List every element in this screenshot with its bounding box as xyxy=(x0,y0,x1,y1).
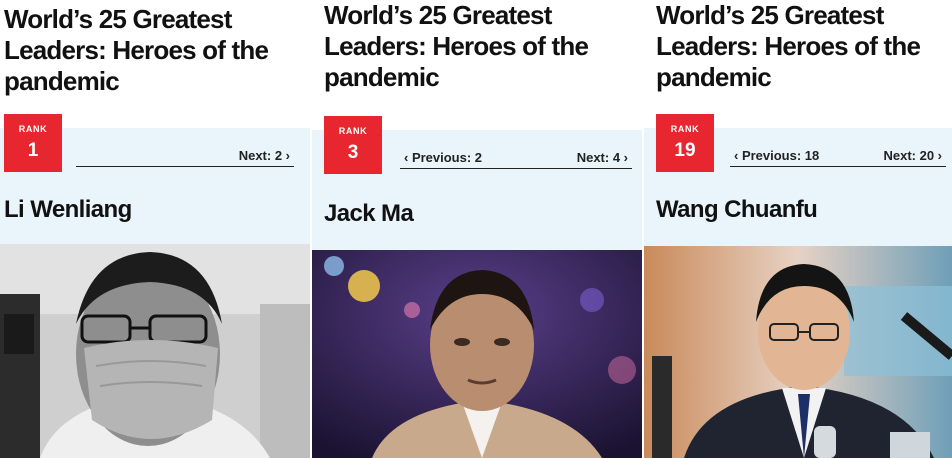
previous-link[interactable]: ‹ Previous: 2 xyxy=(404,150,482,165)
rank-navigation: ‹ Previous: 18 Next: 20 › xyxy=(730,142,946,167)
leader-photo xyxy=(644,246,952,458)
rank-label: RANK xyxy=(18,124,48,134)
leader-name: Li Wenliang xyxy=(4,196,132,223)
page-title: World’s 25 Greatest Leaders: Heroes of t… xyxy=(324,0,589,92)
leader-photo xyxy=(0,244,310,458)
page-title: World’s 25 Greatest Leaders: Heroes of t… xyxy=(656,0,921,92)
rank-number: 19 xyxy=(674,140,696,161)
rank-badge: RANK 3 xyxy=(324,116,382,174)
rank-badge: RANK 1 xyxy=(4,114,62,172)
panel-wang-chuanfu: World’s 25 Greatest Leaders: Heroes of t… xyxy=(644,0,952,458)
rank-label: RANK xyxy=(670,124,700,134)
rank-label: RANK xyxy=(338,126,368,136)
rank-number: 1 xyxy=(27,140,39,161)
panel-jack-ma: World’s 25 Greatest Leaders: Heroes of t… xyxy=(312,0,642,458)
leader-name: Wang Chuanfu xyxy=(656,196,818,223)
leader-name: Jack Ma xyxy=(324,200,414,227)
page-title: World’s 25 Greatest Leaders: Heroes of t… xyxy=(4,4,269,96)
next-link[interactable]: Next: 20 › xyxy=(883,148,942,163)
rank-navigation: Next: 2 › xyxy=(76,142,294,167)
rank-navigation: ‹ Previous: 2 Next: 4 › xyxy=(400,144,632,169)
panel-li-wenliang: World’s 25 Greatest Leaders: Heroes of t… xyxy=(0,0,310,458)
rank-number: 3 xyxy=(347,142,359,163)
portrait-photo-stage-icon xyxy=(312,250,642,458)
portrait-photo-press-icon xyxy=(644,246,952,458)
portrait-photo-bw-masked-icon xyxy=(0,244,310,458)
next-link[interactable]: Next: 4 › xyxy=(577,150,628,165)
leader-photo xyxy=(312,250,642,458)
rank-badge: RANK 19 xyxy=(656,114,714,172)
screenshot-strip: World’s 25 Greatest Leaders: Heroes of t… xyxy=(0,0,952,458)
next-link[interactable]: Next: 2 › xyxy=(239,148,290,163)
previous-link[interactable]: ‹ Previous: 18 xyxy=(734,148,819,163)
